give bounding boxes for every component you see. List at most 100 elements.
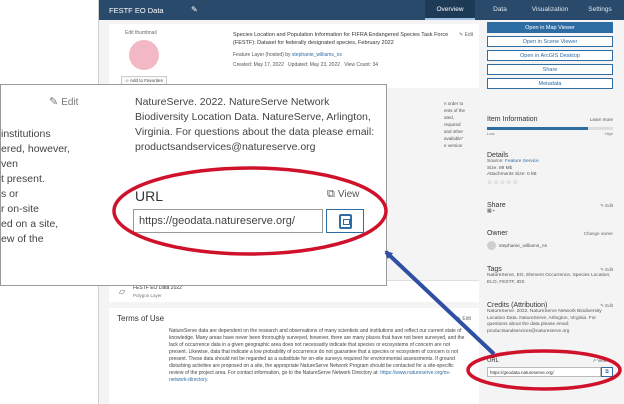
url-field-group: ⧉ <box>487 367 613 377</box>
share-section: Share ✎ Edit ▦ ▪ <box>487 202 613 216</box>
edit-terms-label: Edit <box>462 316 471 322</box>
zoomed-callout: institutions ered, however, ven t presen… <box>0 84 387 286</box>
copy-icon[interactable]: ⧉ <box>601 367 613 377</box>
owner-link[interactable]: stephanie_williams_ns <box>292 52 342 58</box>
tab-visualization[interactable]: Visualization <box>525 0 575 20</box>
zoom-credits-text: NatureServe. 2022. NatureServe Network B… <box>135 96 375 153</box>
meter-low-label: Low <box>487 131 495 136</box>
owner-section: Owner Change owner stephanie_williams_ns <box>487 230 613 250</box>
terms-text: NatureServe data are dependent on the re… <box>169 328 465 376</box>
open-in-arcgis-desktop-button[interactable]: Open in ArcGIS Desktop <box>487 50 613 61</box>
copy-url-button[interactable] <box>326 209 364 233</box>
learn-more-link[interactable]: Learn more <box>590 117 613 122</box>
zoom-url-view-label: View <box>337 189 360 200</box>
fragment-line: ven <box>1 158 18 170</box>
tags-list[interactable]: NatureServe, EO, Element Occurrence, Spe… <box>487 273 613 286</box>
url-section: URL ↗ View ⧉ <box>487 358 613 377</box>
source-label: Source: <box>487 159 504 164</box>
tags-title: Tags <box>487 266 502 273</box>
fragment-line: e version <box>444 143 463 148</box>
fragment-line: n order to <box>444 101 464 106</box>
share-button[interactable]: Share <box>487 64 613 75</box>
zoom-edit-label: Edit <box>61 97 79 108</box>
url-view-link[interactable]: ↗ View <box>592 358 607 364</box>
terms-title: Terms of Use <box>117 314 165 323</box>
add-favorites-label: Add to Favorites <box>130 78 163 83</box>
zoom-edit-link[interactable]: ✎ Edit <box>49 95 78 108</box>
owner-name[interactable]: stephanie_williams_ns <box>499 244 547 249</box>
fragment-line: ew of the <box>1 233 44 245</box>
fragment-line: and other <box>444 129 464 134</box>
item-title: FESTF EO Data <box>109 6 164 15</box>
item-dates: Created: May 17, 2022 Updated: May 23, 2… <box>233 62 378 68</box>
view-count: View Count: 34 <box>344 62 379 68</box>
tab-overview[interactable]: Overview <box>425 0 475 20</box>
fragment-line: ered, however, <box>1 143 70 155</box>
terms-fragments: institutions ered, however, ven t presen… <box>1 127 79 247</box>
terms-body: NatureServe data are dependent on the re… <box>169 328 469 384</box>
credits-text: NatureServe. 2022. NatureServe Network B… <box>487 309 602 334</box>
fragment-line: ated, <box>444 115 455 120</box>
item-top-bar: FESTF EO Data ✎ Overview Data Visualizat… <box>99 0 624 20</box>
fragment-line: ents of the <box>444 108 466 113</box>
external-link-icon: ⧉ <box>327 188 335 200</box>
item-summary: Species Location and Population Informat… <box>233 32 449 46</box>
zoom-url-input[interactable] <box>133 209 323 233</box>
details-title: Details <box>487 152 509 159</box>
meter-high-label: High <box>604 131 613 136</box>
fragment-line: ed on a site, <box>1 218 59 230</box>
description-fragments: n order to ents of the ated, required an… <box>444 100 484 149</box>
open-in-scene-viewer-button[interactable]: Open in Scene Viewer <box>487 36 613 47</box>
screenshot-stage: FESTF EO Data ✎ Overview Data Visualizat… <box>0 0 624 404</box>
fragment-line: institutions <box>1 128 51 140</box>
edit-summary-link[interactable]: ✎ Edit <box>459 32 473 38</box>
layer-type: Polygon Layer <box>133 293 162 298</box>
change-owner-link[interactable]: Change owner <box>584 231 613 236</box>
edit-credits-link[interactable]: ✎ Edit <box>600 303 613 309</box>
edit-summary-label: Edit <box>464 32 474 38</box>
tab-settings[interactable]: Settings <box>575 0 624 20</box>
share-title: Share <box>487 202 506 209</box>
polygon-layer-icon: ▱ <box>119 287 126 296</box>
copy-icon <box>339 214 352 229</box>
open-in-map-viewer-button[interactable]: Open in Map Viewer <box>487 22 613 33</box>
thumbnail-image <box>129 40 159 70</box>
rating-stars[interactable]: ☆☆☆☆☆ <box>487 179 613 186</box>
edit-share-link[interactable]: ✎ Edit <box>600 203 613 209</box>
item-info-meter <box>487 127 613 130</box>
url-input[interactable] <box>487 367 601 377</box>
zoom-url-label: URL <box>135 188 164 204</box>
meter-labels: Low High <box>487 131 613 136</box>
terms-of-use-section: Terms of Use ✎ Edit NatureServe data are… <box>109 308 479 404</box>
credits-title: Credits (Attribution) <box>487 302 548 309</box>
item-information-section: Item Information Learn more Low High <box>487 116 613 136</box>
edit-thumbnail-link[interactable]: Edit thumbnail <box>125 30 157 36</box>
item-tabs: Overview Data Visualization Settings <box>425 0 624 20</box>
zoom-url-view-link[interactable]: ⧉ View <box>327 188 359 201</box>
credits-section: Credits (Attribution) ✎ Edit NatureServe… <box>487 302 613 335</box>
org-share-icon: ▦ <box>487 209 492 214</box>
metadata-button[interactable]: Metadata <box>487 78 613 89</box>
fragment-line: available" <box>444 136 464 141</box>
updated-date: Updated: May 23, 2022 <box>288 62 341 68</box>
share-icons: ▦ ▪ <box>487 209 613 216</box>
feature-layer-prefix: Feature Layer (hosted) by <box>233 52 291 58</box>
pencil-icon: ✎ <box>49 96 59 108</box>
fragment-line: s or <box>1 188 19 200</box>
edit-terms-link[interactable]: ✎ Edit <box>457 316 471 322</box>
fragment-line: t present. <box>1 173 45 185</box>
item-info-meter-fill <box>487 127 588 130</box>
edit-credits-label: Edit <box>605 303 613 308</box>
owner-line: stephanie_williams_ns <box>487 241 613 250</box>
edit-tags-label: Edit <box>605 267 613 272</box>
right-sidebar: Open in Map Viewer Open in Scene Viewer … <box>487 22 617 404</box>
thumbnail: Edit thumbnail ☆ Add to Favorites <box>119 30 173 86</box>
fragment-line: required <box>444 122 461 127</box>
edit-title-icon[interactable]: ✎ <box>191 5 198 14</box>
source-value[interactable]: Feature Service <box>505 159 539 164</box>
edit-tags-link[interactable]: ✎ Edit <box>600 267 613 273</box>
tab-data[interactable]: Data <box>475 0 525 20</box>
tags-section: Tags ✎ Edit NatureServe, EO, Element Occ… <box>487 266 613 286</box>
edit-share-label: Edit <box>605 203 613 208</box>
url-view-label: View <box>597 358 607 363</box>
